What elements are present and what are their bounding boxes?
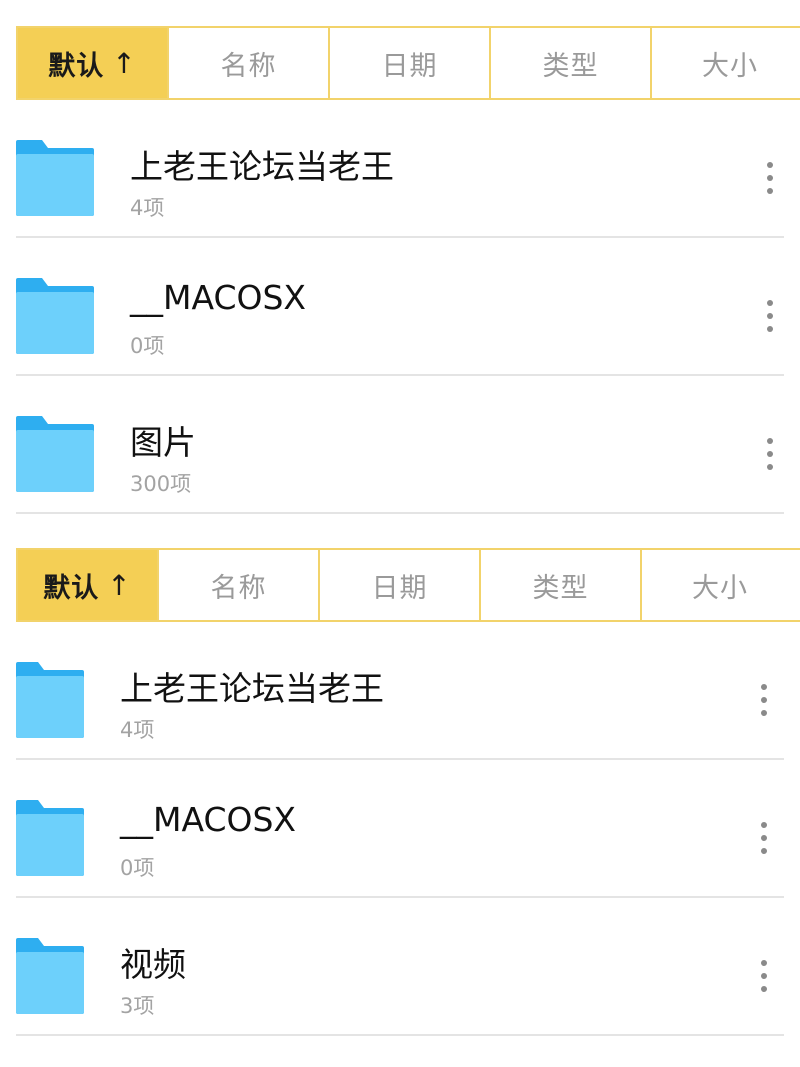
folder-item-count: 4项 [130, 196, 165, 220]
sort-tab-label: 大小 [692, 572, 748, 604]
list-item[interactable]: 上老王论坛当老王 4项 [0, 622, 800, 760]
sort-tab-label: 日期 [371, 572, 428, 604]
sort-tab-default[interactable]: 默认 ↑ [18, 550, 159, 620]
sort-tab-label: 名称 [220, 50, 277, 82]
more-options-icon[interactable] [760, 438, 780, 472]
folder-item-count: 3项 [120, 994, 155, 1018]
folder-name: __MACOSX [120, 800, 297, 839]
folder-icon [16, 938, 84, 1014]
divider [16, 512, 784, 514]
folder-list: 上老王论坛当老王 4项 __MACOSX 0项 视频 3项 [0, 622, 800, 1036]
list-item[interactable]: 视频 3项 [0, 898, 800, 1036]
folder-name: 上老王论坛当老王 [130, 147, 394, 186]
folder-name: __MACOSX [130, 278, 307, 317]
folder-list: 上老王论坛当老王 4项 __MACOSX 0项 图片 300项 [0, 100, 800, 514]
folder-item-count: 0项 [120, 856, 155, 880]
folder-name: 上老王论坛当老王 [120, 669, 384, 708]
sort-tab-label: 类型 [542, 50, 599, 82]
more-options-icon[interactable] [760, 162, 780, 196]
folder-name: 视频 [120, 945, 186, 984]
sort-arrow-up-icon: ↑ [112, 46, 137, 80]
folder-icon [16, 278, 94, 354]
folder-icon [16, 662, 84, 738]
more-options-icon[interactable] [760, 300, 780, 334]
sort-tab-label: 日期 [381, 50, 438, 82]
sort-tab-label: 名称 [210, 572, 267, 604]
sort-tab-date[interactable]: 日期 [320, 550, 481, 620]
sort-tab-label: 默认 [48, 50, 105, 82]
sort-tab-label: 类型 [532, 572, 589, 604]
list-item[interactable]: __MACOSX 0项 [0, 238, 800, 376]
folder-item-count: 0项 [130, 334, 165, 358]
more-options-icon[interactable] [754, 960, 774, 994]
sort-tab-label: 大小 [702, 50, 758, 82]
divider [16, 1034, 784, 1036]
sort-tab-default[interactable]: 默认 ↑ [18, 28, 169, 98]
sort-arrow-up-icon: ↑ [107, 568, 132, 602]
list-item[interactable]: __MACOSX 0项 [0, 760, 800, 898]
folder-item-count: 4项 [120, 718, 155, 742]
sort-tab-label: 默认 [43, 572, 100, 604]
list-item[interactable]: 上老王论坛当老王 4项 [0, 100, 800, 238]
folder-icon [16, 140, 94, 216]
sort-tab-type[interactable]: 类型 [481, 550, 642, 620]
sort-tab-size[interactable]: 大小 [652, 28, 800, 98]
sort-tab-name[interactable]: 名称 [159, 550, 320, 620]
folder-item-count: 300项 [130, 472, 192, 496]
sort-tab-name[interactable]: 名称 [169, 28, 330, 98]
sort-bar: 默认 ↑ 名称 日期 类型 大小 [16, 548, 800, 622]
more-options-icon[interactable] [754, 822, 774, 856]
more-options-icon[interactable] [754, 684, 774, 718]
sort-bar: 默认 ↑ 名称 日期 类型 大小 [16, 26, 800, 100]
folder-icon [16, 800, 84, 876]
list-item[interactable]: 图片 300项 [0, 376, 800, 514]
folder-name: 图片 [130, 423, 196, 462]
sort-tab-size[interactable]: 大小 [642, 550, 800, 620]
sort-tab-type[interactable]: 类型 [491, 28, 652, 98]
folder-icon [16, 416, 94, 492]
sort-tab-date[interactable]: 日期 [330, 28, 491, 98]
